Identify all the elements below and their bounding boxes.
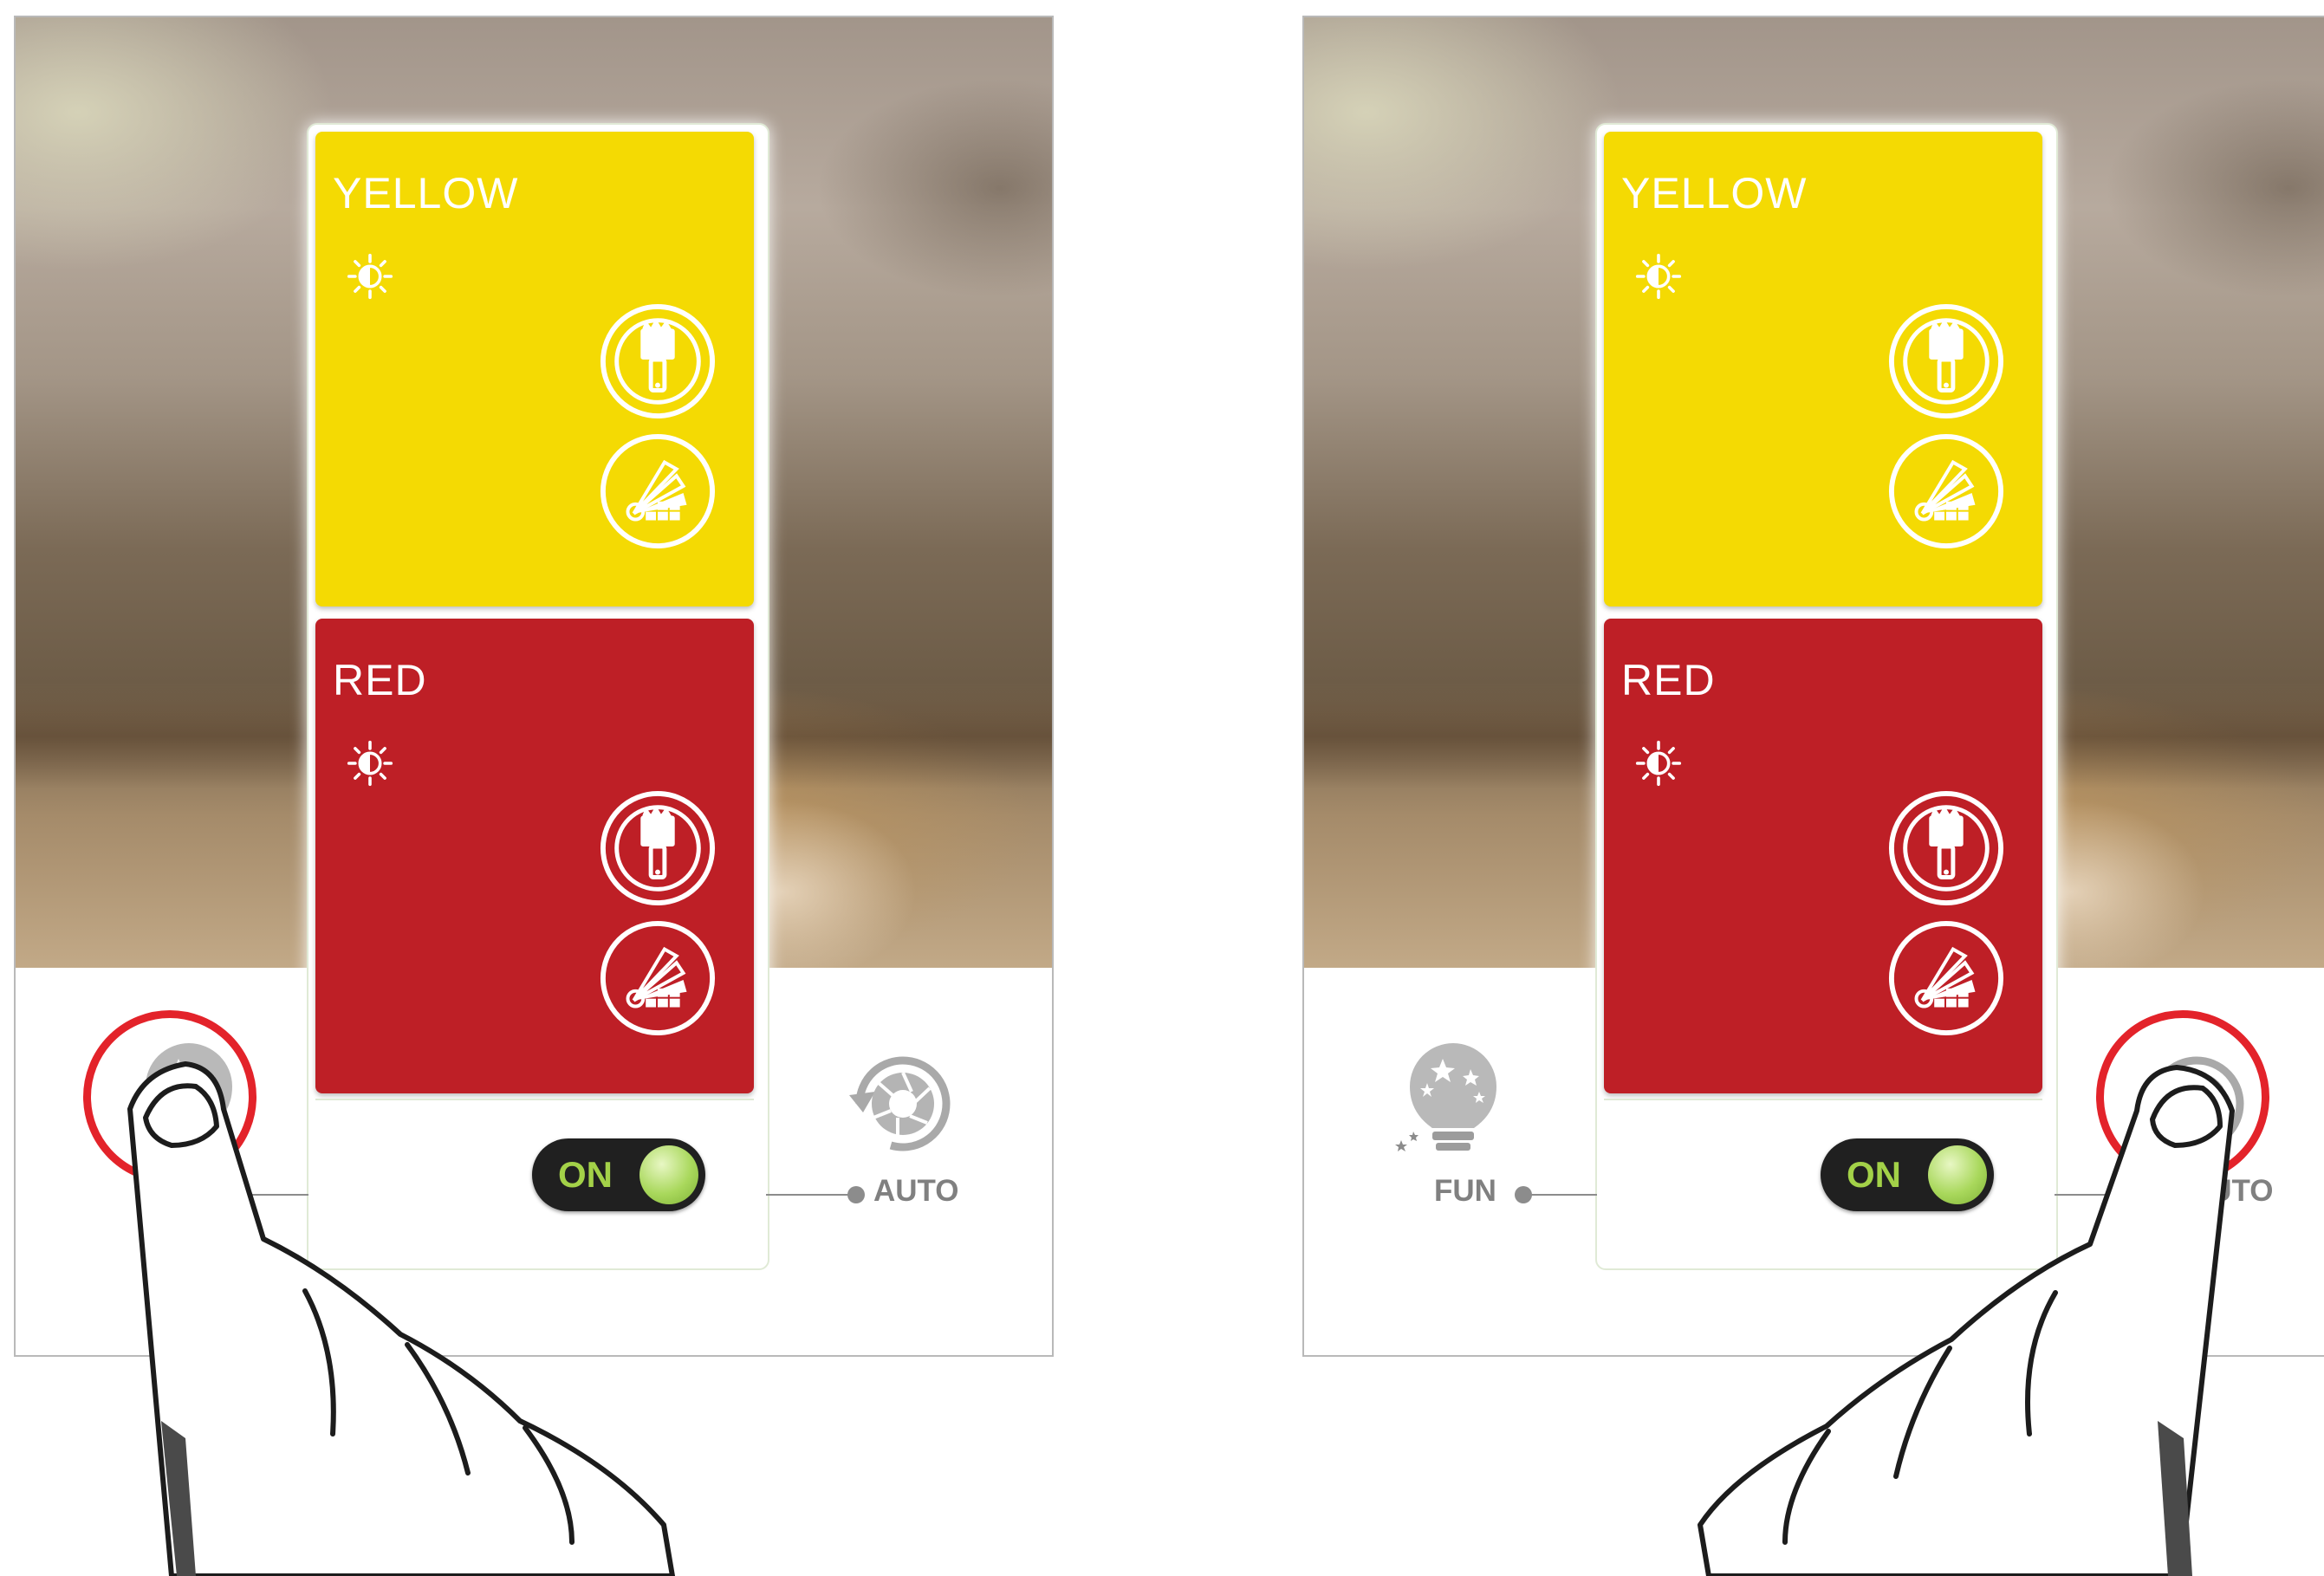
connector-line xyxy=(766,1194,854,1196)
paint-brush-icon[interactable] xyxy=(598,788,717,908)
screen-left: YELLOW RED ON FUN AUTO xyxy=(14,16,1054,1357)
brightness-icon[interactable] xyxy=(347,253,393,300)
toggle-knob[interactable] xyxy=(639,1145,698,1204)
color-selection-panel: YELLOW RED ON xyxy=(1595,123,2058,1270)
color-fan-icon[interactable] xyxy=(1886,431,2006,551)
on-off-toggle[interactable]: ON xyxy=(1821,1138,1994,1211)
screen-right: YELLOW RED ON FUN AUTO xyxy=(1302,16,2324,1357)
red-swatch[interactable]: RED xyxy=(1604,619,2042,1093)
on-off-toggle[interactable]: ON xyxy=(532,1138,705,1211)
tap-highlight-ring xyxy=(83,1010,256,1184)
swatch-label: YELLOW xyxy=(333,169,519,217)
yellow-swatch[interactable]: YELLOW xyxy=(315,132,754,606)
fun-mode-icon[interactable] xyxy=(1392,1038,1514,1168)
paint-brush-icon[interactable] xyxy=(1886,788,2006,908)
connector-line xyxy=(1522,1194,1597,1196)
brightness-icon[interactable] xyxy=(1635,253,1682,300)
swatch-label: RED xyxy=(1621,656,1716,704)
yellow-swatch[interactable]: YELLOW xyxy=(1604,132,2042,606)
color-fan-icon[interactable] xyxy=(598,918,717,1038)
toggle-label: ON xyxy=(1847,1154,1901,1195)
swatch-label: RED xyxy=(333,656,427,704)
color-fan-icon[interactable] xyxy=(598,431,717,551)
toggle-area: ON xyxy=(315,1099,754,1258)
toggle-area: ON xyxy=(1604,1099,2042,1258)
swatch-label: YELLOW xyxy=(1621,169,1808,217)
brightness-icon[interactable] xyxy=(1635,740,1682,787)
tap-highlight-ring xyxy=(2096,1010,2269,1184)
paint-brush-icon[interactable] xyxy=(598,302,717,421)
paint-brush-icon[interactable] xyxy=(1886,302,2006,421)
color-fan-icon[interactable] xyxy=(1886,918,2006,1038)
auto-mode-label[interactable]: AUTO xyxy=(873,1174,959,1209)
connector-dot xyxy=(847,1186,865,1203)
red-swatch[interactable]: RED xyxy=(315,619,754,1093)
connector-line xyxy=(2055,1194,2139,1196)
toggle-label: ON xyxy=(558,1154,613,1195)
color-selection-panel: YELLOW RED ON xyxy=(307,123,769,1270)
brightness-icon[interactable] xyxy=(347,740,393,787)
auto-mode-icon[interactable] xyxy=(841,1040,962,1170)
toggle-knob[interactable] xyxy=(1928,1145,1987,1204)
fun-mode-label[interactable]: FUN xyxy=(1434,1174,1496,1209)
